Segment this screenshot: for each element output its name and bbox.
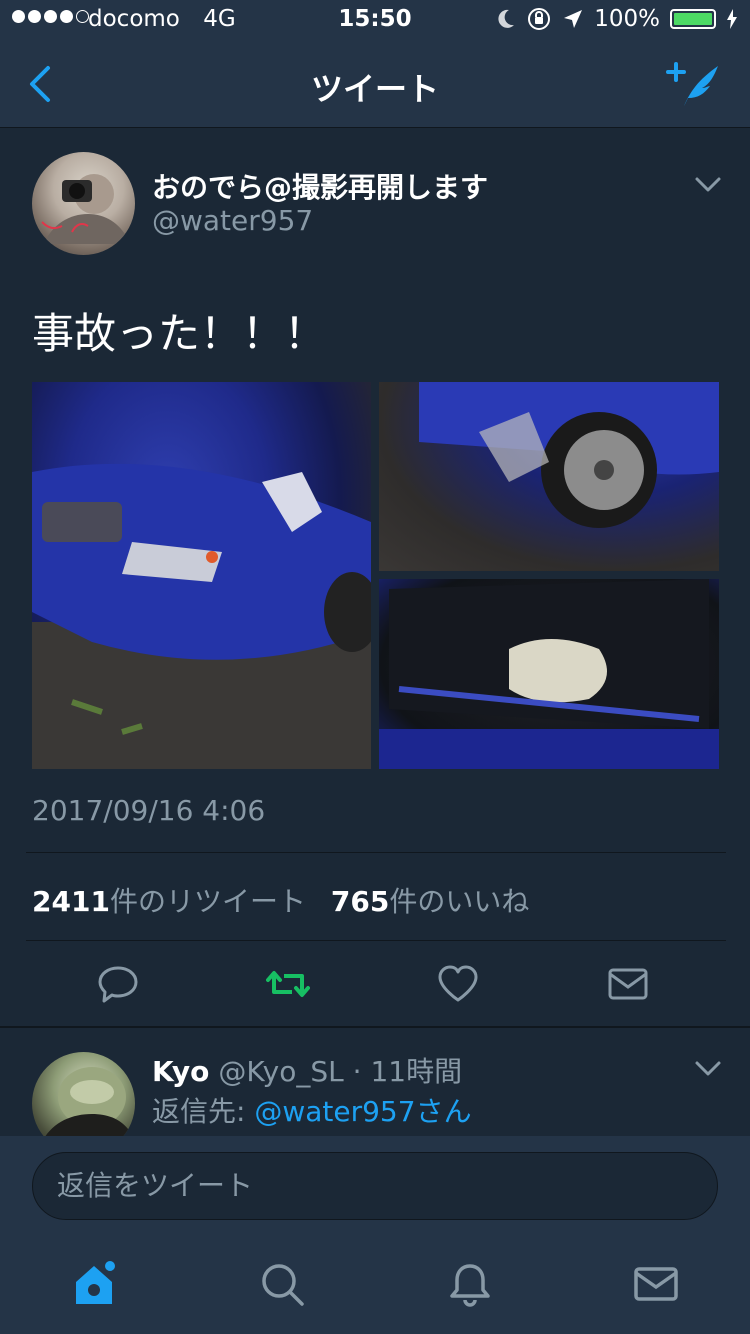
reply-to-line: 返信先: @water957さん bbox=[152, 1090, 472, 1130]
retweet-label: 件のリツイート bbox=[109, 885, 306, 918]
compose-tweet-icon[interactable] bbox=[666, 60, 722, 110]
direct-message-icon[interactable] bbox=[606, 962, 650, 1006]
page-title: ツイート bbox=[310, 70, 439, 108]
reply-time: 11時間 bbox=[370, 1055, 463, 1088]
retweet-count: 2411 bbox=[32, 885, 110, 918]
divider bbox=[26, 940, 726, 941]
reply-time-separator: · bbox=[352, 1055, 362, 1088]
reply-handle[interactable]: @Kyo_SL bbox=[218, 1055, 343, 1088]
reply-header: Kyo @Kyo_SL · 11時間 bbox=[152, 1050, 462, 1090]
avatar[interactable] bbox=[32, 1052, 135, 1140]
tweet-actions bbox=[0, 958, 750, 1012]
orientation-lock-icon bbox=[528, 8, 551, 30]
reply-display-name[interactable]: Kyo bbox=[152, 1055, 209, 1088]
car-damage-photo-icon bbox=[32, 463, 371, 769]
media-photo-wheel[interactable] bbox=[379, 382, 719, 571]
status-bar: docomo 4G 15:50 100% bbox=[0, 0, 750, 40]
display-name[interactable]: おのでら@撮影再開します bbox=[152, 166, 488, 206]
avatar-photo-icon bbox=[41, 174, 130, 244]
media-photo-car-front[interactable] bbox=[32, 382, 371, 769]
notifications-bell-icon[interactable] bbox=[446, 1260, 494, 1308]
reply-tweet[interactable]: Kyo @Kyo_SL · 11時間 返信先: @water957さん bbox=[0, 1030, 750, 1140]
tweet-timestamp: 2017/09/16 4:06 bbox=[32, 794, 266, 827]
reply-composer-bar: 返信をツイート bbox=[0, 1136, 750, 1236]
navigation-bar: ツイート bbox=[0, 40, 750, 128]
battery-percent: 100% bbox=[594, 6, 660, 32]
avatar[interactable] bbox=[32, 152, 135, 255]
engagement-stats[interactable]: 2411件のリツイート 765件のいいね bbox=[32, 880, 529, 920]
tweet-text: 事故った！！！ bbox=[32, 309, 327, 358]
charging-icon bbox=[727, 9, 737, 29]
chevron-down-icon[interactable] bbox=[694, 1060, 722, 1078]
like-heart-icon[interactable] bbox=[436, 962, 480, 1006]
search-icon[interactable] bbox=[258, 1260, 306, 1308]
messages-icon[interactable] bbox=[632, 1260, 680, 1308]
battery-icon bbox=[670, 9, 716, 29]
avatar-photo-icon bbox=[43, 1067, 135, 1140]
reply-to-link[interactable]: @water957さん bbox=[254, 1095, 471, 1128]
tweet-detail: おのでら@撮影再開します @water957 事故った！！！ 2017/09/1… bbox=[0, 128, 750, 1028]
media-grid bbox=[32, 382, 719, 769]
location-icon bbox=[564, 10, 583, 28]
reply-input[interactable]: 返信をツイート bbox=[32, 1152, 718, 1220]
reply-icon[interactable] bbox=[96, 962, 140, 1006]
like-label: 件のいいね bbox=[389, 885, 530, 918]
tab-bar bbox=[0, 1236, 750, 1334]
home-icon[interactable] bbox=[70, 1260, 118, 1308]
user-handle[interactable]: @water957 bbox=[152, 204, 313, 237]
airbag-photo-icon bbox=[379, 579, 719, 769]
retweet-icon[interactable] bbox=[266, 962, 310, 1006]
chevron-down-icon[interactable] bbox=[694, 176, 722, 194]
reply-to-label: 返信先: bbox=[152, 1095, 255, 1128]
do-not-disturb-icon bbox=[498, 9, 515, 28]
media-photo-interior-airbag[interactable] bbox=[379, 579, 719, 769]
like-count: 765 bbox=[330, 885, 390, 918]
wheel-photo-icon bbox=[419, 382, 719, 528]
status-icons: 100% bbox=[496, 6, 738, 32]
divider bbox=[26, 852, 726, 853]
